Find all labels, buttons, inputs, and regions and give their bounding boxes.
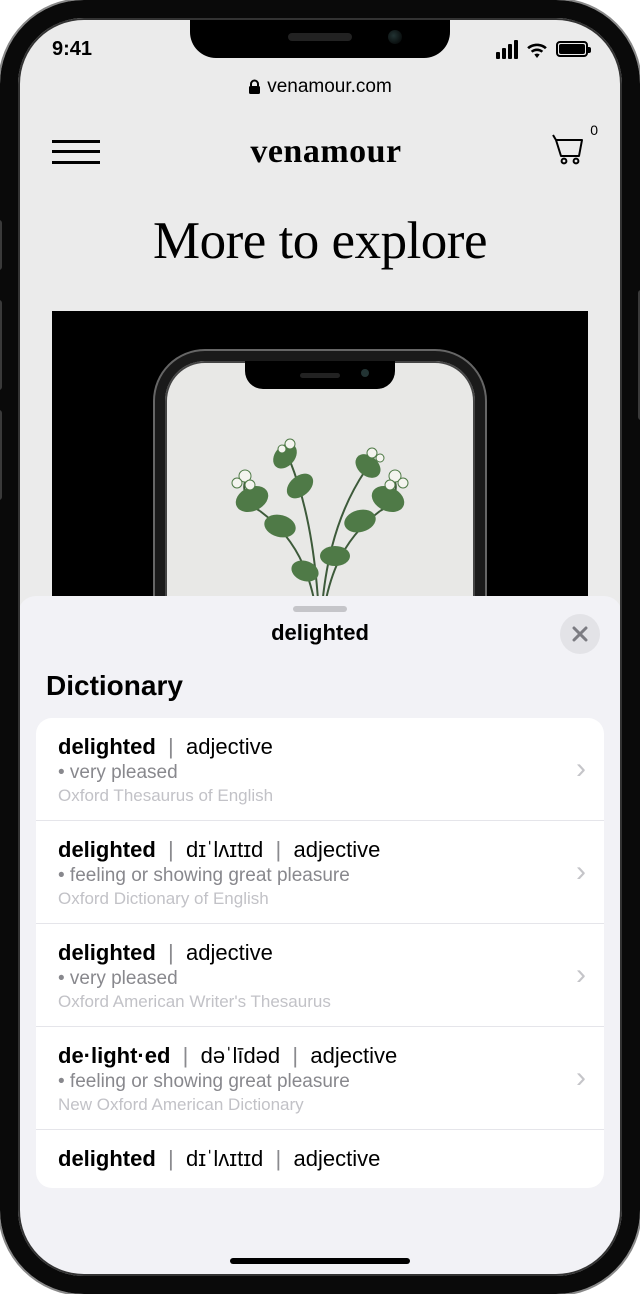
- side-button-vol-down: [0, 410, 2, 500]
- entry-source: Oxford American Writer's Thesaurus: [58, 992, 554, 1012]
- entry-pos: adjective: [186, 734, 273, 759]
- entry-pos: adjective: [186, 940, 273, 965]
- chevron-right-icon: ›: [576, 1061, 586, 1095]
- site-content: venamour 0 More to explore: [18, 110, 622, 611]
- chevron-right-icon: ›: [576, 855, 586, 889]
- entry-definition: • feeling or showing great pleasure: [58, 1071, 554, 1093]
- side-button-mute: [0, 220, 2, 270]
- entry-pos: adjective: [310, 1043, 397, 1068]
- side-button-vol-up: [0, 300, 2, 390]
- entry-pos: adjective: [293, 837, 380, 862]
- dictionary-entry[interactable]: delighted | dɪˈlʌɪtɪd | adjective: [36, 1130, 604, 1188]
- dictionary-card: delighted | adjective • very pleased Oxf…: [36, 718, 604, 1188]
- status-time: 9:41: [52, 38, 92, 61]
- entry-word: delighted: [58, 837, 156, 862]
- wifi-icon: [526, 41, 548, 57]
- device-notch: [190, 16, 450, 58]
- cart-button[interactable]: 0: [552, 132, 588, 171]
- entry-word: delighted: [58, 1146, 156, 1171]
- entry-definition: • feeling or showing great pleasure: [58, 865, 554, 887]
- section-header: Dictionary: [18, 664, 622, 718]
- page-title: More to explore: [18, 181, 622, 311]
- entry-word: delighted: [58, 940, 156, 965]
- lock-icon: [248, 79, 261, 95]
- menu-button[interactable]: [52, 140, 100, 164]
- close-button[interactable]: [560, 614, 600, 654]
- entry-pronunciation: dəˈlīdəd: [201, 1043, 281, 1068]
- chevron-right-icon: ›: [576, 752, 586, 786]
- dictionary-entry[interactable]: delighted | adjective • very pleased Oxf…: [36, 718, 604, 821]
- sheet-title: delighted: [18, 620, 622, 646]
- cart-count: 0: [590, 122, 598, 138]
- dictionary-entry[interactable]: de·light·ed | dəˈlīdəd | adjective • fee…: [36, 1027, 604, 1130]
- chevron-right-icon: ›: [576, 958, 586, 992]
- browser-url-bar[interactable]: venamour.com: [18, 70, 622, 110]
- battery-icon: [556, 41, 588, 57]
- entry-pos: adjective: [293, 1146, 380, 1171]
- entry-word: de·light·ed: [58, 1043, 170, 1068]
- floral-illustration: [190, 421, 450, 611]
- entry-pronunciation: dɪˈlʌɪtɪd: [186, 837, 263, 862]
- cell-signal-icon: [496, 40, 518, 59]
- entry-source: Oxford Dictionary of English: [58, 889, 554, 909]
- entry-definition: • very pleased: [58, 968, 554, 990]
- lookup-sheet: delighted Dictionary delighted | adjecti…: [18, 596, 622, 1276]
- site-logo: venamour: [250, 133, 401, 171]
- browser-domain: venamour.com: [267, 76, 392, 98]
- entry-word: delighted: [58, 734, 156, 759]
- dictionary-entry[interactable]: delighted | dɪˈlʌɪtɪd | adjective • feel…: [36, 821, 604, 924]
- entry-pronunciation: dɪˈlʌɪtɪd: [186, 1146, 263, 1171]
- entry-source: New Oxford American Dictionary: [58, 1095, 554, 1115]
- home-indicator[interactable]: [230, 1258, 410, 1264]
- entry-definition: • very pleased: [58, 762, 554, 784]
- preview-image: [52, 311, 588, 611]
- close-icon: [571, 625, 589, 643]
- dictionary-entry[interactable]: delighted | adjective • very pleased Oxf…: [36, 924, 604, 1027]
- entry-source: Oxford Thesaurus of English: [58, 786, 554, 806]
